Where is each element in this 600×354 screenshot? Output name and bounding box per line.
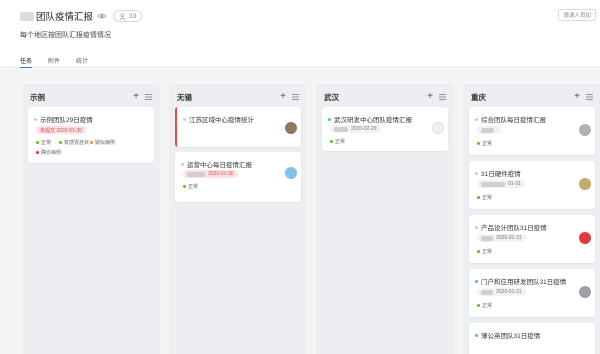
status-dot (475, 333, 478, 337)
column-header: 武汉 + (324, 92, 446, 102)
due-date-badge: 2020-01-31 (477, 288, 526, 296)
project-description: 每个地区按团队汇报疫情情况 (20, 32, 111, 39)
page-title: 团队疫情汇报 (36, 12, 94, 23)
column-header: 重庆 + (471, 92, 593, 102)
card-title: 产品设计团队31日疫情 (481, 225, 547, 232)
tag: 有感冒症状 (59, 139, 89, 146)
status-dot (181, 162, 184, 166)
status-dot (34, 117, 37, 121)
title-row: 团队疫情汇报 33 (20, 10, 143, 23)
tag: 疑似病例 (90, 139, 115, 146)
card-title: 综合团队每日疫情汇报 (481, 117, 546, 124)
add-card-icon[interactable]: + (574, 92, 580, 102)
top-bar: 团队疫情汇报 33 每个地区按团队汇报疫情情况 邀请人员加 任务 附件 统计 (0, 0, 600, 68)
task-card[interactable]: 薄公英团队31日疫情 (469, 323, 595, 354)
status-dot (328, 117, 331, 121)
blurred-org-name (20, 11, 34, 21)
due-date-badge: 2020-01-30 (183, 170, 238, 178)
task-card[interactable]: 31日硬件疫情 01-31 正常 (469, 161, 595, 209)
column-example: 示例 + 示例团队29日疫情 未提交 2020-01-30 正常 有感冒症状 疑… (22, 84, 160, 354)
task-card[interactable]: 门户和应用研发团队31日疫情 2020-01-31 正常 (469, 269, 595, 317)
menu-icon[interactable] (292, 94, 299, 100)
avatar[interactable] (579, 178, 591, 190)
tag: 正常 (36, 139, 51, 146)
tab-attachments[interactable]: 附件 (48, 56, 60, 68)
status-dot (475, 117, 478, 121)
status-dot (475, 279, 478, 283)
invite-button[interactable]: 邀请人员加 (558, 9, 596, 21)
tag: 正常 (477, 194, 492, 201)
column-title: 无锡 (177, 92, 192, 102)
card-title: 江苏区域中心疫情统计 (189, 117, 254, 124)
due-date-badge: 01-31 (477, 180, 525, 188)
card-title: 门户和应用研发团队31日疫情 (481, 279, 567, 286)
avatar[interactable] (285, 122, 297, 134)
task-card[interactable]: 综合团队每日疫情汇报 正常 (469, 107, 595, 155)
member-count-button[interactable]: 33 (113, 10, 143, 22)
column-wuxi: 无锡 + 江苏区域中心疫情统计 运营中心每日疫情汇报 2020-01-30 正常 (169, 84, 307, 354)
task-card[interactable]: 运营中心每日疫情汇报 2020-01-30 正常 (175, 152, 301, 202)
column-header: 无锡 + (177, 92, 299, 102)
task-card[interactable]: 示例团队29日疫情 未提交 2020-01-30 正常 有感冒症状 疑似病例 确… (28, 107, 154, 163)
tab-statistics[interactable]: 统计 (76, 56, 88, 68)
add-card-icon[interactable]: + (427, 92, 433, 102)
user-icon (119, 12, 126, 20)
avatar[interactable] (432, 122, 444, 134)
column-title: 示例 (30, 92, 45, 102)
task-card[interactable]: 产品设计团队31日疫情 2020-01-31 正常 (469, 215, 595, 263)
due-date-badge: 2020-02-29 (330, 125, 381, 133)
tag: 正常 (330, 138, 345, 145)
status-dot (475, 225, 478, 229)
card-title: 示例团队29日疫情 (40, 117, 93, 124)
tab-tasks[interactable]: 任务 (20, 56, 33, 68)
card-title: 薄公英团队31日疫情 (481, 333, 541, 340)
column-chongqing: 重庆 + 综合团队每日疫情汇报 正常 31日硬件疫情 01-31 正常 产品设计… (463, 84, 600, 354)
add-card-icon[interactable]: + (133, 92, 139, 102)
tag: 正常 (477, 140, 492, 147)
eye-icon[interactable] (97, 11, 107, 21)
avatar[interactable] (579, 286, 591, 298)
task-card[interactable]: 江苏区域中心疫情统计 (175, 107, 301, 147)
avatar[interactable] (579, 232, 591, 244)
column-title: 重庆 (471, 92, 486, 102)
avatar[interactable] (285, 167, 297, 179)
member-count: 33 (129, 12, 137, 20)
task-card[interactable]: 武汉研发中心团队疫情汇报 2020-02-29 正常 (322, 107, 448, 151)
tag: 正常 (477, 248, 492, 255)
column-title: 武汉 (324, 92, 339, 102)
status-dot (475, 171, 478, 175)
due-date-badge: 未提交 2020-01-30 (36, 126, 86, 134)
column-header: 示例 + (30, 92, 152, 102)
column-wuhan: 武汉 + 武汉研发中心团队疫情汇报 2020-02-29 正常 (316, 84, 454, 354)
due-date-badge (477, 126, 501, 134)
menu-icon[interactable] (586, 94, 593, 100)
tag: 正常 (183, 183, 198, 190)
status-dot (183, 117, 186, 121)
tag: 确诊病例 (36, 149, 61, 156)
card-title: 武汉研发中心团队疫情汇报 (334, 117, 412, 124)
avatar[interactable] (579, 124, 591, 136)
menu-icon[interactable] (439, 94, 446, 100)
tab-bar: 任务 附件 统计 (20, 56, 88, 68)
card-title: 运营中心每日疫情汇报 (187, 162, 252, 169)
card-title: 31日硬件疫情 (481, 171, 521, 178)
due-date-badge: 2020-01-31 (477, 234, 526, 242)
kanban-board: 示例 + 示例团队29日疫情 未提交 2020-01-30 正常 有感冒症状 疑… (0, 69, 600, 354)
menu-icon[interactable] (145, 94, 152, 100)
tag: 正常 (477, 302, 492, 309)
add-card-icon[interactable]: + (280, 92, 286, 102)
